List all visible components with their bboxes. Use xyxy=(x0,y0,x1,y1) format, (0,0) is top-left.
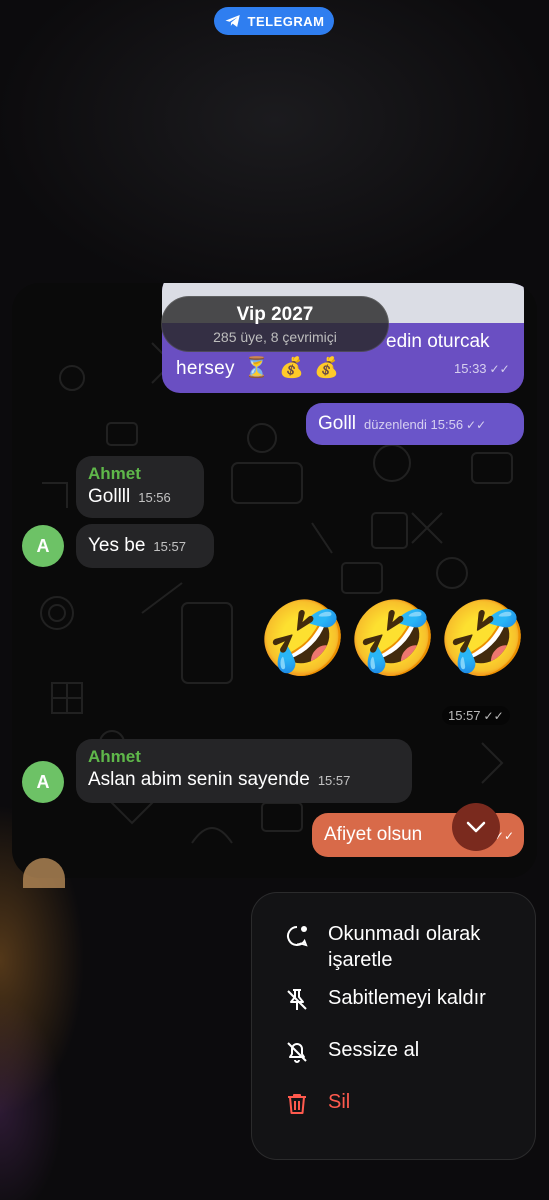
laughing-emoji[interactable]: 🤣 xyxy=(348,603,438,675)
unpin-icon xyxy=(287,989,307,1010)
double-check-icon: ✓✓ xyxy=(489,362,510,376)
partial-message-line1: edin oturcak xyxy=(386,331,490,352)
context-menu: Okunmadı olarak işaretle Sabitlemeyi kal… xyxy=(251,892,536,1160)
message-row: Gollll 15:56 xyxy=(88,486,192,508)
chat-header[interactable]: Vip 2027 285 üye, 8 çevrimiçi xyxy=(161,296,389,352)
message-time: 15:57 xyxy=(317,773,351,788)
incoming-message-yesbe[interactable]: Yes be 15:57 xyxy=(76,524,214,568)
message-time: 15:57 xyxy=(153,538,186,554)
message-meta: düzenlendi 15:56 ✓✓ xyxy=(364,417,486,432)
unread-bubble-icon xyxy=(287,926,308,947)
partial-message-word: hersey xyxy=(176,358,235,379)
chat-subtitle: 285 üye, 8 çevrimiçi xyxy=(213,329,337,345)
message-row: Aslan abim senin sayende 15:57 xyxy=(88,769,400,791)
message-text: Gollll xyxy=(88,486,131,507)
double-check-icon: ✓✓ xyxy=(466,417,487,432)
bell-mute-icon xyxy=(287,1042,307,1063)
incoming-message-ahmet-1[interactable]: Ahmet Gollll 15:56 xyxy=(76,456,204,518)
trash-icon xyxy=(288,1094,306,1114)
menu-item-label: Sabitlemeyi kaldır xyxy=(328,987,486,1009)
message-time-text: 15:33 xyxy=(454,361,487,376)
menu-item-mute[interactable]: Sessize al xyxy=(252,1031,535,1083)
telegram-app-pill[interactable]: TELEGRAM xyxy=(214,7,334,35)
laughing-emoji[interactable]: 🤣 xyxy=(438,603,528,675)
avatar[interactable]: A xyxy=(22,761,64,803)
menu-item-label: Sessize al xyxy=(328,1039,420,1061)
money-bag-emoji: 💰 xyxy=(279,357,305,379)
menu-item-label: Okunmadı olarak işaretle xyxy=(328,923,481,971)
outgoing-message-golll[interactable]: Golll düzenlendi 15:56 ✓✓ xyxy=(306,403,524,445)
menu-item-label: Sil xyxy=(328,1091,351,1113)
incoming-message-aslan[interactable]: Ahmet Aslan abim senin sayende 15:57 xyxy=(76,739,412,803)
chat-title: Vip 2027 xyxy=(236,304,314,325)
message-meta-text: düzenlendi 15:56 xyxy=(364,416,464,432)
menu-item-delete[interactable]: Sil xyxy=(252,1083,535,1135)
message-text: Aslan abim senin sayende xyxy=(88,769,310,790)
partial-message-line2: hersey ⏳ 💰 💰 xyxy=(176,355,339,380)
chat-preview-card[interactable]: edin oturcak hersey ⏳ 💰 💰 15:33 ✓✓ Vip 20… xyxy=(12,283,537,878)
message-text: Afiyet olsun xyxy=(324,824,423,845)
sender-name: Ahmet xyxy=(88,464,141,483)
sticker-time-text: 15:57 xyxy=(448,708,481,723)
avatar[interactable]: A xyxy=(22,525,64,567)
message-time: 15:56 xyxy=(138,490,171,505)
menu-item-unpin[interactable]: Sabitlemeyi kaldır xyxy=(252,979,535,1031)
telegram-plane-icon xyxy=(225,15,240,27)
app-pill-label: TELEGRAM xyxy=(247,13,325,29)
sticker-time: 15:57 ✓✓ xyxy=(442,706,510,725)
message-time: 15:33 ✓✓ xyxy=(454,361,510,376)
hourglass-emoji: ⏳ xyxy=(244,357,270,379)
chevron-down-icon xyxy=(466,821,486,833)
money-bag-emoji: 💰 xyxy=(314,357,340,379)
menu-item-mark-unread[interactable]: Okunmadı olarak işaretle xyxy=(252,915,535,979)
sender-name: Ahmet xyxy=(88,747,141,766)
scroll-down-button[interactable] xyxy=(452,803,500,851)
message-text: Yes be xyxy=(88,535,146,556)
message-text: Golll xyxy=(318,413,357,434)
double-check-icon: ✓✓ xyxy=(483,709,504,723)
laughing-emoji[interactable]: 🤣 xyxy=(258,603,348,675)
